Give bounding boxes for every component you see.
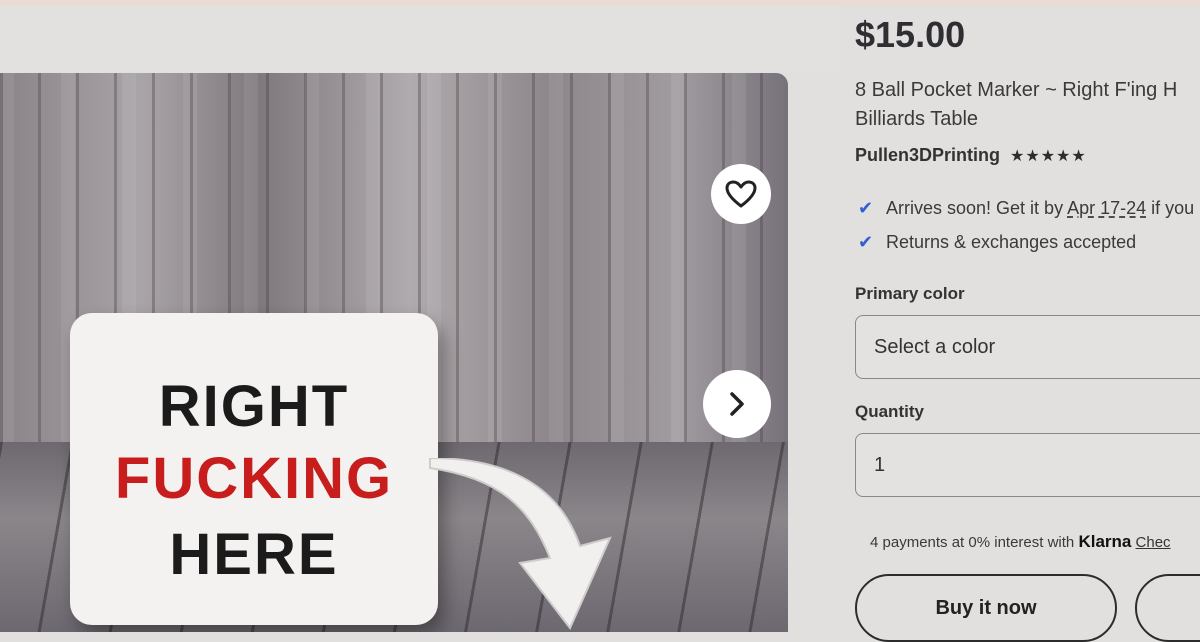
klarna-logo: Klarna — [1078, 532, 1132, 551]
sign-text-line-2: FUCKING — [114, 446, 394, 511]
shop-name-link[interactable]: Pullen3DPrinting — [855, 145, 1000, 166]
arrival-suffix: if you — [1146, 198, 1195, 218]
checkmark-icon: ✔ — [858, 198, 874, 218]
checkmark-icon: ✔ — [858, 232, 874, 252]
chevron-right-icon — [730, 392, 744, 416]
product-image-gallery[interactable]: RIGHT FUCKING HERE — [0, 73, 788, 632]
shop-info: Pullen3DPrinting ★★★★★ — [855, 145, 1087, 166]
star-rating: ★★★★★ — [1010, 147, 1087, 165]
returns-text: Returns & exchanges accepted — [886, 232, 1137, 252]
listing-title-line-2: Billiards Table — [855, 108, 979, 130]
arrival-dates[interactable]: Apr 17-24 — [1067, 198, 1146, 218]
listing-title-line-1: 8 Ball Pocket Marker ~ Right F'ing H — [855, 79, 1178, 101]
primary-color-select[interactable]: Select a color — [855, 315, 1200, 379]
sign-text-line-1: RIGHT — [158, 374, 350, 439]
listing-title: 8 Ball Pocket Marker ~ Right F'ing H Bil… — [855, 76, 1200, 134]
klarna-payments: 4 payments at 0% interest with Klarna Ch… — [870, 532, 1171, 552]
arrival-prefix: Arrives soon! Get it by — [886, 198, 1068, 218]
sign-arrow — [429, 458, 612, 630]
next-image-button[interactable] — [703, 370, 771, 438]
quantity-label: Quantity — [855, 402, 924, 421]
primary-color-placeholder: Select a color — [874, 335, 996, 358]
header-band — [0, 6, 840, 72]
sign-text-line-3: HERE — [169, 522, 339, 587]
returns-info: ✔ Returns & exchanges accepted — [858, 232, 1136, 253]
heart-outline-icon — [725, 180, 757, 208]
arrival-text: Arrives soon! Get it by Apr 17-24 if you — [886, 198, 1194, 219]
favorite-button[interactable] — [711, 164, 771, 224]
quantity-select[interactable]: 1 — [855, 433, 1200, 497]
klarna-check-link[interactable]: Chec — [1136, 534, 1171, 551]
klarna-text: 4 payments at 0% interest with — [870, 534, 1079, 551]
listing-price: $15.00 — [855, 14, 966, 55]
arrival-info: ✔ Arrives soon! Get it by Apr 17-24 if y… — [858, 198, 1194, 219]
primary-color-label: Primary color — [855, 284, 965, 303]
quantity-value: 1 — [874, 453, 886, 476]
product-sign: RIGHT FUCKING HERE — [70, 313, 438, 625]
